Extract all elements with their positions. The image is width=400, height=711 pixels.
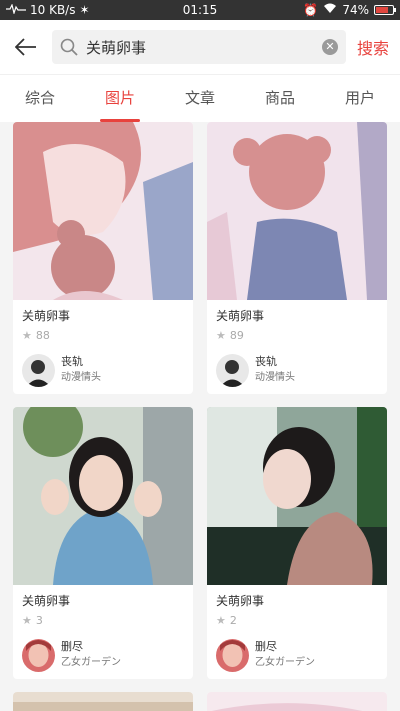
- card-title: 关萌卵事: [22, 594, 71, 608]
- search-box[interactable]: ✕: [52, 30, 346, 64]
- tab-products[interactable]: 商品: [240, 75, 320, 122]
- card-stars: ★ 2: [216, 611, 378, 631]
- author-collection: 动漫情头: [255, 372, 295, 383]
- image-grid: 关萌卵事 ★ 88 丧轨 动漫情头 关萌卵事 ★ 89 丧轨 动漫情头 关萌卵事…: [0, 122, 400, 711]
- card-title: 关萌卵事: [216, 594, 265, 608]
- activity-icon: [6, 3, 26, 17]
- clear-icon[interactable]: ✕: [322, 39, 338, 55]
- avatar: [216, 638, 249, 672]
- card-author[interactable]: 删尽 乙女ガーデン: [22, 631, 184, 679]
- photo-image: [207, 407, 387, 585]
- photo-image: [13, 692, 193, 711]
- tab-all[interactable]: 综合: [0, 75, 80, 122]
- card-stars: ★ 89: [216, 326, 378, 346]
- illustration-image: [13, 122, 193, 300]
- tab-bar: 综合 图片 文章 商品 用户: [0, 74, 400, 122]
- avatar: [22, 638, 55, 672]
- illustration-image: [207, 692, 387, 711]
- status-bar: 10 KB/s ✶ 01:15 ⏰ 74%: [0, 0, 400, 20]
- clock: 01:15: [182, 3, 218, 17]
- image-card[interactable]: [13, 692, 193, 711]
- star-icon: ★: [216, 614, 226, 627]
- author-name: 丧轨: [61, 355, 83, 368]
- tab-images[interactable]: 图片: [80, 75, 160, 122]
- card-author[interactable]: 删尽 乙女ガーデン: [216, 631, 378, 679]
- star-icon: ★: [22, 614, 32, 627]
- author-collection: 乙女ガーデン: [61, 657, 121, 668]
- author-name: 丧轨: [255, 355, 277, 368]
- alarm-icon: ⏰: [303, 3, 319, 17]
- image-card[interactable]: [207, 692, 387, 711]
- avatar: [22, 353, 55, 387]
- star-icon: ★: [22, 329, 32, 342]
- author-name: 删尽: [255, 640, 277, 653]
- star-count: 89: [229, 329, 244, 342]
- network-speed: 10 KB/s: [30, 3, 76, 17]
- image-card[interactable]: 关萌卵事 ★ 2 删尽 乙女ガーデン: [207, 407, 387, 679]
- search-submit-button[interactable]: 搜索: [346, 35, 400, 59]
- star-count: 2: [229, 614, 237, 627]
- search-header: ✕ 搜索: [0, 20, 400, 74]
- tab-articles[interactable]: 文章: [160, 75, 240, 122]
- author-collection: 动漫情头: [61, 372, 101, 383]
- card-title: 关萌卵事: [22, 309, 71, 323]
- image-card[interactable]: 关萌卵事 ★ 88 丧轨 动漫情头: [13, 122, 193, 394]
- author-name: 删尽: [61, 640, 83, 653]
- search-icon: [60, 38, 78, 56]
- card-title: 关萌卵事: [216, 309, 265, 323]
- avatar: [216, 353, 249, 387]
- star-icon: ★: [216, 329, 226, 342]
- card-author[interactable]: 丧轨 动漫情头: [22, 346, 184, 394]
- tab-users[interactable]: 用户: [320, 75, 400, 122]
- photo-image: [13, 407, 193, 585]
- search-input[interactable]: [78, 38, 322, 56]
- battery-icon: [374, 5, 396, 15]
- image-card[interactable]: 关萌卵事 ★ 3 删尽 乙女ガーデン: [13, 407, 193, 679]
- battery-percent: 74%: [342, 3, 369, 17]
- wifi-icon: [323, 3, 337, 17]
- card-stars: ★ 3: [22, 611, 184, 631]
- card-stars: ★ 88: [22, 326, 184, 346]
- back-button[interactable]: [0, 20, 52, 74]
- author-collection: 乙女ガーデン: [255, 657, 315, 668]
- arrow-left-icon: [15, 38, 36, 56]
- star-count: 3: [35, 614, 43, 627]
- star-count: 88: [35, 329, 50, 342]
- illustration-image: [207, 122, 387, 300]
- notification-icon: ✶: [79, 3, 90, 17]
- card-author[interactable]: 丧轨 动漫情头: [216, 346, 378, 394]
- image-card[interactable]: 关萌卵事 ★ 89 丧轨 动漫情头: [207, 122, 387, 394]
